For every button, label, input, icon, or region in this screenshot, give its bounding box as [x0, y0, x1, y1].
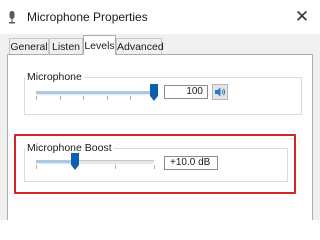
tab-listen[interactable]: Listen — [49, 38, 83, 54]
slider-tick — [107, 96, 108, 100]
mute-button[interactable] — [212, 84, 228, 100]
microphone-slider[interactable] — [36, 82, 158, 102]
close-icon: ✕ — [294, 7, 310, 26]
speaker-icon — [215, 87, 226, 97]
slider-tick — [83, 96, 84, 100]
tab-general[interactable]: General — [9, 38, 49, 54]
microphone-level-field[interactable]: 100 — [164, 85, 208, 99]
window-title: Microphone Properties — [27, 10, 148, 24]
slider-tick — [36, 96, 37, 100]
tab-advanced[interactable]: Advanced — [116, 38, 164, 54]
slider-fill — [36, 91, 154, 94]
slider-tick — [60, 96, 61, 100]
close-button[interactable]: ✕ — [290, 6, 314, 28]
microphone-icon — [9, 11, 15, 24]
tab-levels[interactable]: Levels — [83, 35, 116, 55]
slider-ticks — [36, 96, 155, 102]
slider-tick — [130, 96, 131, 100]
boost-highlight-box — [14, 134, 296, 194]
title-bar: Microphone Properties ✕ — [0, 0, 320, 34]
